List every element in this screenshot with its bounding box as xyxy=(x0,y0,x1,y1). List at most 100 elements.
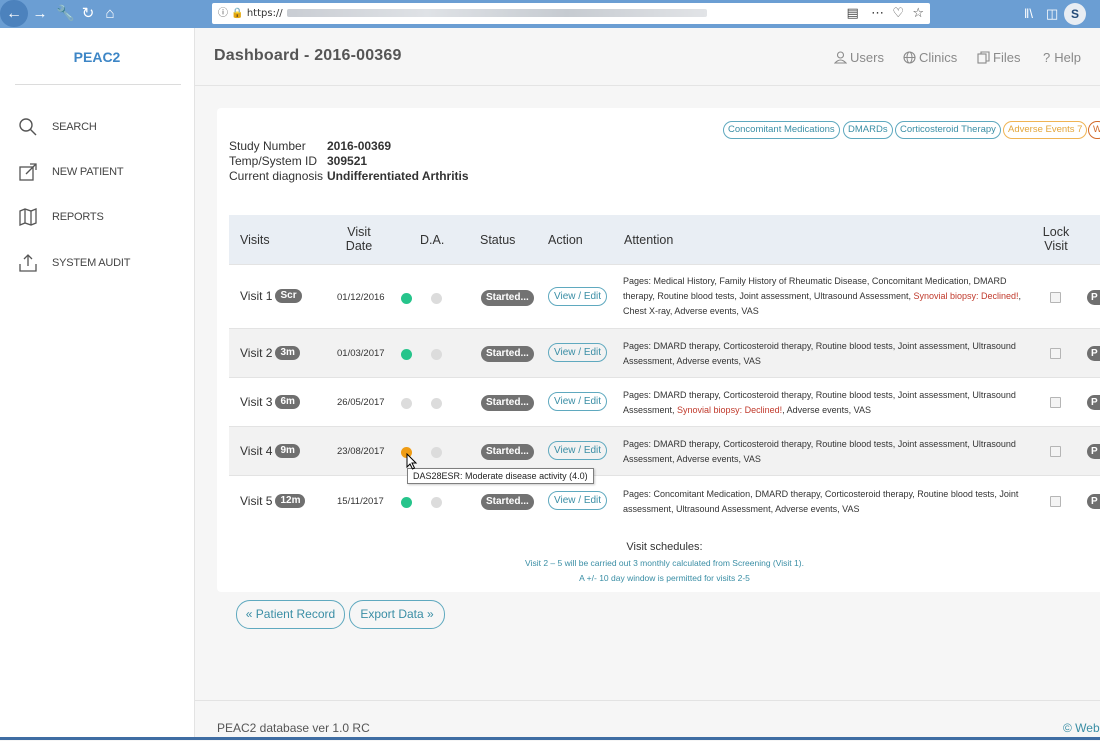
status-badge: Started... xyxy=(481,444,534,460)
lock-visit-checkbox[interactable] xyxy=(1050,397,1061,408)
footer-copyright[interactable]: © Web xyxy=(1063,721,1100,735)
col-attention: Attention xyxy=(624,233,674,247)
more-icon[interactable]: ⋯ xyxy=(871,6,884,21)
attention-text: Pages: DMARD therapy, Corticosteroid the… xyxy=(623,439,1016,464)
nav-files[interactable]: Files xyxy=(977,50,1020,65)
status-badge: Started... xyxy=(481,290,534,306)
da-tooltip: DAS28ESR: Moderate disease activity (4.0… xyxy=(407,468,594,484)
visit-badge: 3m xyxy=(275,346,300,360)
table-header: Visits Visit Date D.A. Status Action Att… xyxy=(229,215,1100,264)
bookmark-star-icon[interactable]: ☆ xyxy=(912,6,924,21)
da-status-dot[interactable] xyxy=(431,398,442,409)
browser-toolbar: ← → 🔧 ↻ ⌂ ⓘ 🔒 https:// ▤ ⋯ ♡ ☆ ‖\ ◫ S xyxy=(0,0,1100,28)
brand-logo[interactable]: PEAC2 xyxy=(0,49,194,65)
wrench-icon[interactable]: 🔧 xyxy=(56,0,75,28)
back-arrow-icon[interactable]: ← xyxy=(0,0,28,27)
sidebar-item-label: SYSTEM AUDIT xyxy=(52,257,131,269)
tag-concomitant-medications[interactable]: Concomitant Medications xyxy=(723,121,840,139)
view-edit-button[interactable]: View / Edit xyxy=(548,343,608,362)
p-button[interactable]: P xyxy=(1087,494,1100,509)
lock-icon: 🔒 xyxy=(231,8,244,19)
attention-text: Pages: DMARD therapy, Corticosteroid the… xyxy=(623,390,1016,415)
col-da: D.A. xyxy=(420,233,445,247)
da-status-dot[interactable] xyxy=(401,398,412,409)
lock-visit-checkbox[interactable] xyxy=(1050,292,1061,303)
table-row: Visit 4 9m 23/08/2017 Started... View / E… xyxy=(229,426,1100,476)
globe-icon xyxy=(903,51,916,64)
p-button[interactable]: P xyxy=(1087,444,1100,459)
view-edit-button[interactable]: View / Edit xyxy=(548,491,608,510)
attention-text: Pages: DMARD therapy, Corticosteroid the… xyxy=(623,341,1016,366)
url-bar[interactable]: ⓘ 🔒 https:// ▤ ⋯ ♡ ☆ xyxy=(212,3,930,24)
sidebar-item-search[interactable]: SEARCH xyxy=(18,115,97,139)
visit-label: Visit 1 Scr xyxy=(240,289,302,303)
sidebar-item-label: REPORTS xyxy=(52,211,104,223)
top-header: Dashboard - 2016-00369 Users Clinics Fil… xyxy=(195,28,1100,86)
footer-version: PEAC2 database ver 1.0 RC xyxy=(217,721,370,735)
reader-view-icon[interactable]: ▤ xyxy=(846,6,858,21)
pocket-icon[interactable]: ♡ xyxy=(892,6,904,21)
da-status-dot[interactable] xyxy=(401,293,412,304)
visit-date: 01/12/2016 xyxy=(337,292,385,303)
visit-date: 26/05/2017 xyxy=(337,397,385,408)
view-edit-button[interactable]: View / Edit xyxy=(548,392,608,411)
da-status-dot[interactable] xyxy=(401,349,412,360)
da-status-dot[interactable] xyxy=(431,447,442,458)
visit-label: Visit 5 12m xyxy=(240,494,306,508)
sidebar-toggle-icon[interactable]: ◫ xyxy=(1046,0,1058,28)
patient-record-button[interactable]: « Patient Record xyxy=(236,600,345,629)
attention-text: Pages: Medical History, Family History o… xyxy=(623,276,1022,316)
lock-visit-checkbox[interactable] xyxy=(1050,446,1061,457)
schedule-line-2: A +/- 10 day window is permitted for vis… xyxy=(579,573,750,583)
p-button[interactable]: P xyxy=(1087,290,1100,305)
export-data-button[interactable]: Export Data » xyxy=(349,600,445,629)
da-status-dot[interactable] xyxy=(431,497,442,508)
tag-dmards[interactable]: DMARDs xyxy=(843,121,893,139)
p-button[interactable]: P xyxy=(1087,346,1100,361)
sidebar-item-system-audit[interactable]: SYSTEM AUDIT xyxy=(18,251,130,275)
sidebar-item-reports[interactable]: REPORTS xyxy=(18,205,104,229)
avatar[interactable]: S xyxy=(1064,3,1086,25)
da-status-dot[interactable] xyxy=(431,293,442,304)
study-number-row: Study Number 2016-00369 xyxy=(229,139,392,153)
reload-icon[interactable]: ↻ xyxy=(80,0,96,28)
visit-date: 01/03/2017 xyxy=(337,348,385,359)
upload-icon xyxy=(19,254,37,272)
url-blurred xyxy=(286,9,707,17)
tag-corticosteroid-therapy[interactable]: Corticosteroid Therapy xyxy=(895,121,1001,139)
tag-partial[interactable]: W xyxy=(1088,121,1100,139)
visit-date: 23/08/2017 xyxy=(337,446,385,457)
forward-arrow-icon[interactable]: → xyxy=(32,0,48,28)
sidebar-item-new-patient[interactable]: NEW PATIENT xyxy=(18,160,124,184)
visit-badge: 9m xyxy=(275,444,300,458)
nav-help[interactable]: ? Help xyxy=(1043,50,1081,65)
da-status-dot[interactable] xyxy=(401,497,412,508)
lock-visit-checkbox[interactable] xyxy=(1050,496,1061,507)
help-icon: ? xyxy=(1043,50,1051,65)
info-icon: ⓘ xyxy=(218,8,228,19)
nav-users[interactable]: Users xyxy=(834,50,884,65)
home-icon[interactable]: ⌂ xyxy=(102,0,118,28)
status-badge: Started... xyxy=(481,346,534,362)
lock-visit-checkbox[interactable] xyxy=(1050,348,1061,359)
schedule-title: Visit schedules: xyxy=(626,541,703,553)
view-edit-button[interactable]: View / Edit xyxy=(548,287,608,306)
mouse-cursor-icon xyxy=(406,453,418,470)
sidebar: PEAC2 SEARCH NEW PATIENT REPORTS SYSTEM … xyxy=(0,28,195,740)
diagnosis-value: Undifferentiated Arthritis xyxy=(327,169,469,183)
da-status-dot[interactable] xyxy=(431,349,442,360)
visit-badge: 12m xyxy=(275,494,306,508)
view-edit-button[interactable]: View / Edit xyxy=(548,441,608,460)
search-icon xyxy=(19,118,37,136)
files-icon xyxy=(977,51,990,64)
nav-clinics[interactable]: Clinics xyxy=(903,50,957,65)
footer: PEAC2 database ver 1.0 RC © Web xyxy=(195,700,1100,741)
attention-text: Pages: Concomitant Medication, DMARD the… xyxy=(623,489,1019,514)
sidebar-item-label: SEARCH xyxy=(52,121,97,133)
visit-label: Visit 4 9m xyxy=(240,444,300,458)
p-button[interactable]: P xyxy=(1087,395,1100,410)
library-icon[interactable]: ‖\ xyxy=(1024,0,1033,28)
divider xyxy=(15,84,181,85)
tag-adverse-events[interactable]: Adverse Events 7 xyxy=(1003,121,1088,139)
temp-id-value: 309521 xyxy=(327,154,368,168)
